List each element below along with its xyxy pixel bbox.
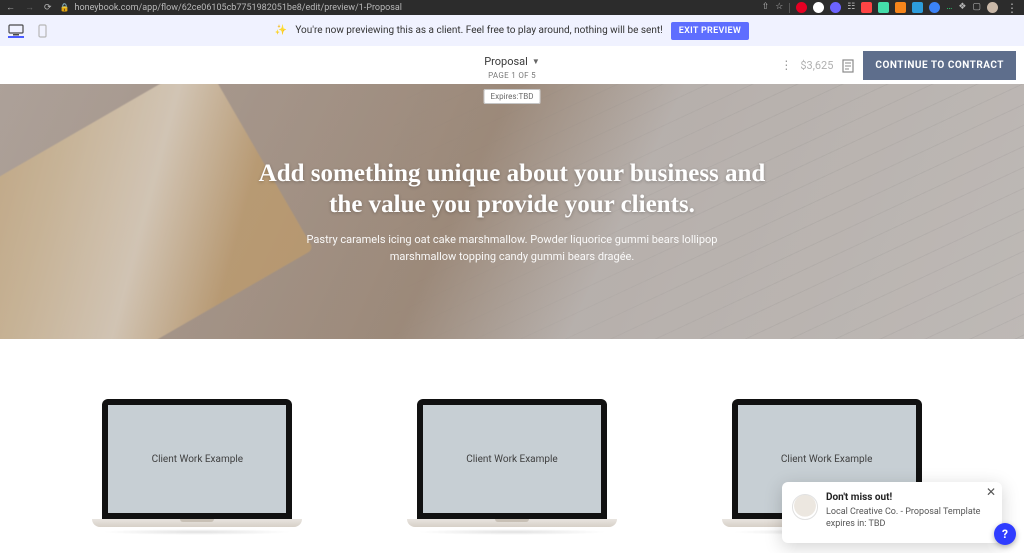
hero-subheading: Pastry caramels icing oat cake marshmall… [292,232,732,265]
proposal-actions: ⋮ $3,625 CONTINUE TO CONTRACT [780,51,1016,80]
dashlane-ext[interactable] [912,2,923,13]
portfolio-item: Client Work Example [92,399,302,535]
help-button[interactable]: ? [994,523,1016,545]
more-ext-icon[interactable]: … [946,2,952,13]
chevron-down-icon: ▼ [532,57,540,66]
device-toggle [8,24,50,38]
page-indicator: PAGE 1 OF 5 [484,71,540,80]
colorzilla-ext[interactable] [861,2,872,13]
share-icon[interactable]: ⇧ [762,2,770,13]
hero-heading: Add something unique about your business… [252,158,772,221]
desktop-view-toggle[interactable] [8,24,24,38]
proposal-price: $3,625 [800,59,833,72]
puzzle-icon[interactable]: ❖ [958,2,966,13]
divider [789,3,790,13]
laptop-frame: Client Work Example [102,399,292,519]
extension-tray: ⇧ ☆ ☷ … ❖ ▢ [762,2,998,13]
metamask-ext[interactable] [895,2,906,13]
laptop-shadow [102,529,292,535]
exit-preview-button[interactable]: EXIT PREVIEW [671,22,749,40]
laptop-base [407,519,617,527]
address-bar[interactable]: 🔒 honeybook.com/app/flow/62ce06105cb7751… [60,3,754,13]
back-button[interactable]: ← [6,2,15,13]
panel-icon[interactable]: ▢ [972,2,981,13]
toast-body: Don't miss out! Local Creative Co. - Pro… [826,492,990,531]
proposal-toolbar: Proposal ▼ PAGE 1 OF 5 ⋮ $3,625 CONTINUE… [0,46,1024,84]
forward-button[interactable]: → [25,2,34,13]
continue-to-contract-button[interactable]: CONTINUE TO CONTRACT [863,51,1016,80]
url-text: honeybook.com/app/flow/62ce06105cb775198… [75,3,402,13]
proposal-title-label: Proposal [484,55,528,68]
reload-button[interactable]: ⟳ [44,3,52,13]
chat-ext[interactable] [929,2,940,13]
star-icon[interactable]: ☆ [775,2,783,13]
invoice-icon[interactable] [841,58,855,72]
portfolio-caption: Client Work Example [423,405,601,513]
toast-message: Local Creative Co. - Proposal Template e… [826,506,990,531]
reminder-toast: Don't miss out! Local Creative Co. - Pro… [782,482,1002,543]
sparkle-icon: ✨ [275,25,287,36]
browser-nav: ← → ⟳ [6,2,52,13]
profile-avatar[interactable] [987,2,998,13]
preview-banner: ✨ You're now previewing this as a client… [0,15,1024,46]
hero-section: Add something unique about your business… [0,84,1024,339]
laptop-shadow [417,529,607,535]
grid-ext[interactable]: ☷ [847,2,855,13]
toast-close-button[interactable]: ✕ [986,486,996,498]
pinterest-ext[interactable] [796,2,807,13]
preview-message: You're now previewing this as a client. … [295,25,662,36]
browser-chrome: ← → ⟳ 🔒 honeybook.com/app/flow/62ce06105… [0,0,1024,15]
help-icon: ? [1002,527,1008,541]
react-ext[interactable] [878,2,889,13]
mobile-view-toggle[interactable] [34,24,50,38]
toast-title: Don't miss out! [826,492,990,503]
proposal-dropdown[interactable]: Proposal ▼ [484,55,540,68]
loom-ext[interactable] [830,2,841,13]
proposal-title-area: Proposal ▼ PAGE 1 OF 5 [484,50,540,80]
laptop-base [92,519,302,527]
toast-avatar [792,494,818,520]
laptop-frame: Client Work Example [417,399,607,519]
portfolio-item: Client Work Example [407,399,617,535]
expires-badge: Expires:TBD [484,89,541,104]
expires-badge-wrap: Expires:TBD [484,84,541,103]
lock-icon: 🔒 [60,3,70,12]
grammarly-ext[interactable] [813,2,824,13]
portfolio-caption: Client Work Example [108,405,286,513]
